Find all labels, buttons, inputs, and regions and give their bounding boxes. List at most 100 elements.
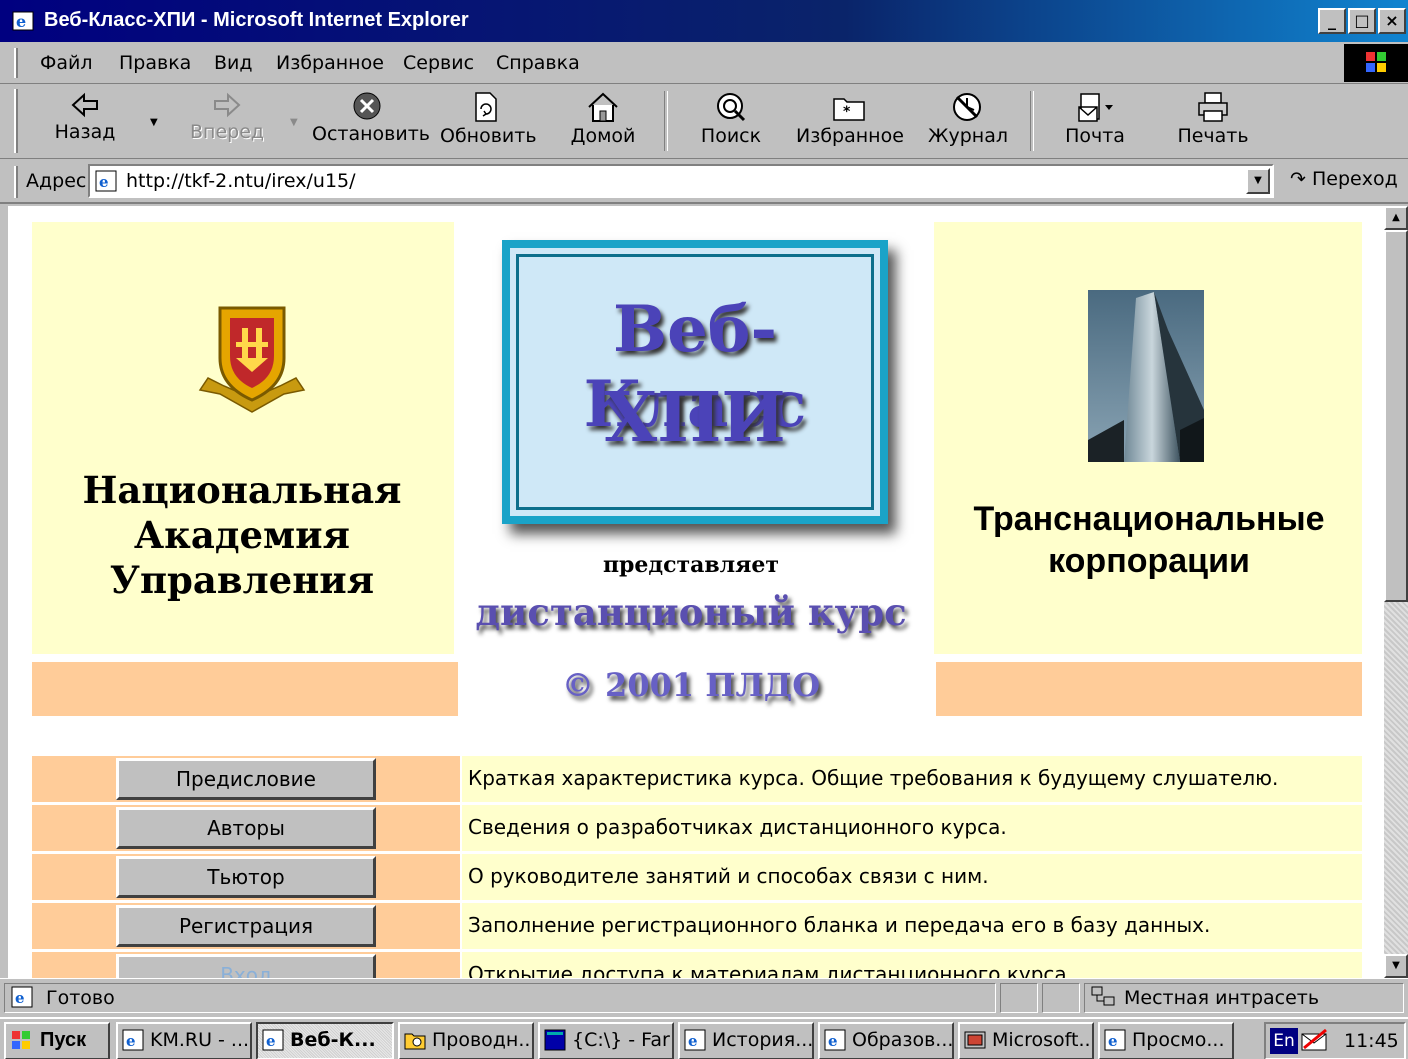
home-button[interactable]: Домой — [568, 87, 638, 157]
title-bar[interactable]: e Веб-Класс-ХПИ - Microsoft Internet Exp… — [0, 0, 1408, 42]
preface-button[interactable]: Предисловие — [116, 758, 376, 800]
ie-icon: e — [684, 1029, 706, 1051]
menu-favorites[interactable]: Избранное — [276, 52, 384, 74]
windows-logo — [1344, 44, 1408, 82]
history-button[interactable]: Журнал — [928, 87, 1008, 157]
stop-icon — [353, 92, 381, 120]
scroll-down-button[interactable]: ▼ — [1384, 954, 1408, 978]
intranet-zone-icon — [1091, 986, 1115, 1006]
nav-row-preface: Предисловие Краткая характеристика курса… — [32, 756, 1362, 802]
svg-text:e: e — [828, 1032, 838, 1050]
menu-view[interactable]: Вид — [214, 52, 253, 74]
nav-row-enter: Вход Открытие доступа к материалам диста… — [32, 952, 1362, 978]
nav-description: Краткая характеристика курса. Общие треб… — [468, 766, 1279, 790]
ie-icon: e — [824, 1029, 846, 1051]
print-button[interactable]: Печать — [1176, 87, 1250, 157]
ie-icon: e — [12, 11, 34, 31]
history-icon — [953, 93, 981, 121]
presents-text: представляет — [602, 552, 780, 578]
forward-button[interactable]: Вперед — [190, 87, 264, 157]
back-button[interactable]: Назад — [50, 87, 120, 157]
mail-notification-icon[interactable] — [1300, 1028, 1330, 1054]
address-grip[interactable] — [14, 166, 18, 198]
start-button[interactable]: Пуск — [4, 1022, 110, 1059]
menu-edit[interactable]: Правка — [119, 52, 191, 74]
refresh-button[interactable]: Обновить — [440, 87, 537, 157]
copyright-text: © 2001 ПЛДО — [561, 666, 821, 704]
windows-flag-icon — [12, 1031, 30, 1049]
mail-button[interactable]: Почта — [1062, 87, 1128, 157]
scroll-up-button[interactable]: ▲ — [1384, 206, 1408, 230]
web-class-logo[interactable]: Веб-Класс ХПИ — [502, 240, 888, 524]
enter-button[interactable]: Вход — [116, 954, 376, 978]
nav-description: Открытие доступа к материалам дистанцион… — [468, 962, 1074, 978]
windows-flag-icon — [1366, 52, 1386, 72]
task-viewer[interactable]: e Просмо... — [1098, 1022, 1234, 1059]
back-dropdown-icon[interactable]: ▼ — [150, 117, 158, 128]
nav-description: Сведения о разработчиках дистанционного … — [468, 815, 1007, 839]
maximize-button[interactable]: □ — [1348, 8, 1376, 34]
far-icon — [544, 1029, 566, 1051]
logo-line-2: ХПИ — [604, 378, 786, 458]
task-kmru[interactable]: e KM.RU - ... — [116, 1022, 252, 1059]
mail-icon — [1078, 93, 1113, 122]
refresh-icon — [475, 92, 497, 122]
address-label: Адрес — [26, 170, 87, 192]
nav-row-registration: Регистрация Заполнение регистрационного … — [32, 903, 1362, 949]
forward-dropdown-icon[interactable]: ▼ — [290, 117, 298, 128]
authors-button[interactable]: Авторы — [116, 807, 376, 849]
stop-button[interactable]: Остановить — [312, 87, 430, 157]
menu-help[interactable]: Справка — [496, 52, 580, 74]
favorites-button[interactable]: * Избранное — [796, 87, 904, 157]
skyscraper-photo — [1088, 290, 1204, 462]
task-microsoft[interactable]: Microsoft... — [958, 1022, 1094, 1059]
status-bar: e Готово Местная интрасеть — [0, 978, 1408, 1016]
svg-text:e: e — [266, 1032, 276, 1050]
menu-bar: Файл Правка Вид Избранное Сервис Справка — [0, 42, 1408, 84]
security-zone-text: Местная интрасеть — [1124, 987, 1320, 1009]
go-arrow-icon: ↷ — [1290, 168, 1306, 190]
favorites-folder-icon: * — [833, 98, 865, 121]
address-dropdown-button[interactable]: ▼ — [1246, 168, 1270, 194]
svg-text:e: e — [16, 12, 26, 31]
language-indicator[interactable]: En — [1270, 1028, 1298, 1054]
minimize-button[interactable]: _ — [1318, 8, 1346, 34]
svg-text:e: e — [688, 1032, 698, 1050]
nav-row-tutor: Тьютор О руководителе занятий и способах… — [32, 854, 1362, 900]
scroll-thumb[interactable] — [1384, 230, 1408, 602]
academy-emblem-icon — [198, 306, 306, 413]
ie-page-icon: e — [95, 170, 117, 192]
course-name: Транснациональные корпорации — [973, 500, 1325, 580]
menu-file[interactable]: Файл — [40, 52, 93, 74]
right-peach-bar — [936, 662, 1362, 716]
search-button[interactable]: Поиск — [696, 87, 766, 157]
task-web-class[interactable]: e Веб-К... — [256, 1022, 394, 1059]
go-button[interactable]: ↷ Переход — [1290, 168, 1398, 190]
back-arrow-icon — [71, 92, 98, 118]
page-viewport[interactable]: Национальная Академия Управления Веб-Кла… — [8, 206, 1384, 978]
task-explorer[interactable]: Проводн... — [398, 1022, 534, 1059]
system-tray: En 11:45 — [1264, 1022, 1406, 1059]
explorer-icon — [404, 1033, 426, 1050]
url-input[interactable] — [126, 168, 1226, 194]
task-far[interactable]: {C:\} - Far — [538, 1022, 674, 1059]
menu-grip[interactable] — [14, 48, 18, 78]
task-education[interactable]: e Образов... — [818, 1022, 954, 1059]
address-field[interactable]: e ▼ — [88, 164, 1274, 198]
menu-tools[interactable]: Сервис — [403, 52, 474, 74]
taskbar: Пуск e KM.RU - ... e Веб-К... Проводн...… — [0, 1017, 1408, 1059]
address-bar: Адрес e ▼ ↷ Переход — [0, 160, 1408, 204]
toolbar-grip[interactable] — [14, 89, 18, 153]
powerpoint-icon — [964, 1031, 986, 1049]
ie-icon: e — [1104, 1029, 1126, 1051]
vertical-scrollbar[interactable]: ▲ ▼ — [1384, 206, 1408, 978]
task-history[interactable]: e История... — [678, 1022, 814, 1059]
clock[interactable]: 11:45 — [1344, 1030, 1399, 1052]
svg-text:e: e — [99, 173, 109, 191]
ie-icon: e — [122, 1029, 144, 1051]
ie-icon: e — [262, 1029, 284, 1051]
registration-button[interactable]: Регистрация — [116, 905, 376, 947]
tutor-button[interactable]: Тьютор — [116, 856, 376, 898]
close-button[interactable]: × — [1378, 8, 1406, 34]
forward-arrow-icon — [214, 92, 241, 118]
